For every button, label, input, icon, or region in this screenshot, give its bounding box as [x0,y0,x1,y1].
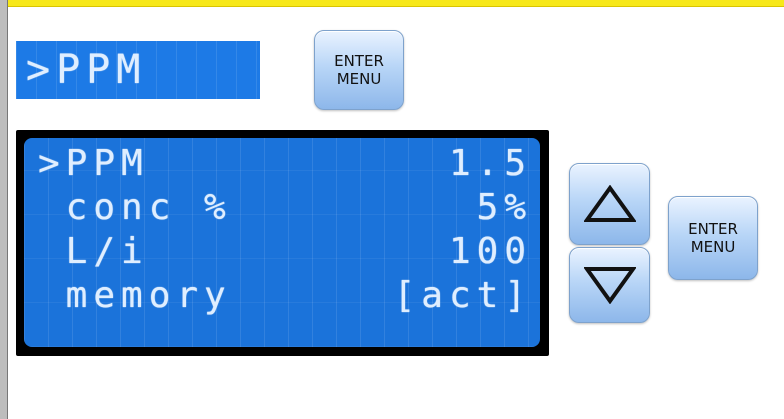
lcd-row-label: memory [38,275,232,316]
enter-menu-button-right[interactable]: ENTER MENU [668,196,758,280]
lcd-row: L/i 100 [24,226,540,272]
lcd-row-value: [act] [393,275,532,316]
lcd-row: conc % 5% [24,182,540,228]
main-lcd-display: >PPM 1.5 conc % 5% L/i 100 memory [act] [24,138,540,347]
lcd-row: >PPM 1.5 [24,138,540,184]
small-lcd-text: >PPM [26,47,147,93]
menu-label: MENU [690,238,736,256]
lcd-row-value: 1.5 [448,143,532,184]
enter-label: ENTER [334,52,384,70]
triangle-up-icon [583,185,636,222]
lcd-row-value: 5% [476,187,532,228]
left-border-rule [0,0,8,419]
lcd-row-label: conc % [38,187,232,228]
lcd-row: memory [act] [24,270,540,316]
enter-menu-button-top[interactable]: ENTER MENU [314,30,404,110]
menu-label: MENU [336,70,382,88]
enter-label: ENTER [688,220,738,238]
top-highlight-bar [0,0,784,7]
up-arrow-button[interactable] [569,163,650,245]
lcd-row-label: >PPM [38,143,149,184]
lcd-row-value: 100 [448,231,532,272]
down-arrow-button[interactable] [569,247,650,323]
triangle-down-icon [583,267,636,304]
lcd-row-label: L/i [38,231,149,272]
